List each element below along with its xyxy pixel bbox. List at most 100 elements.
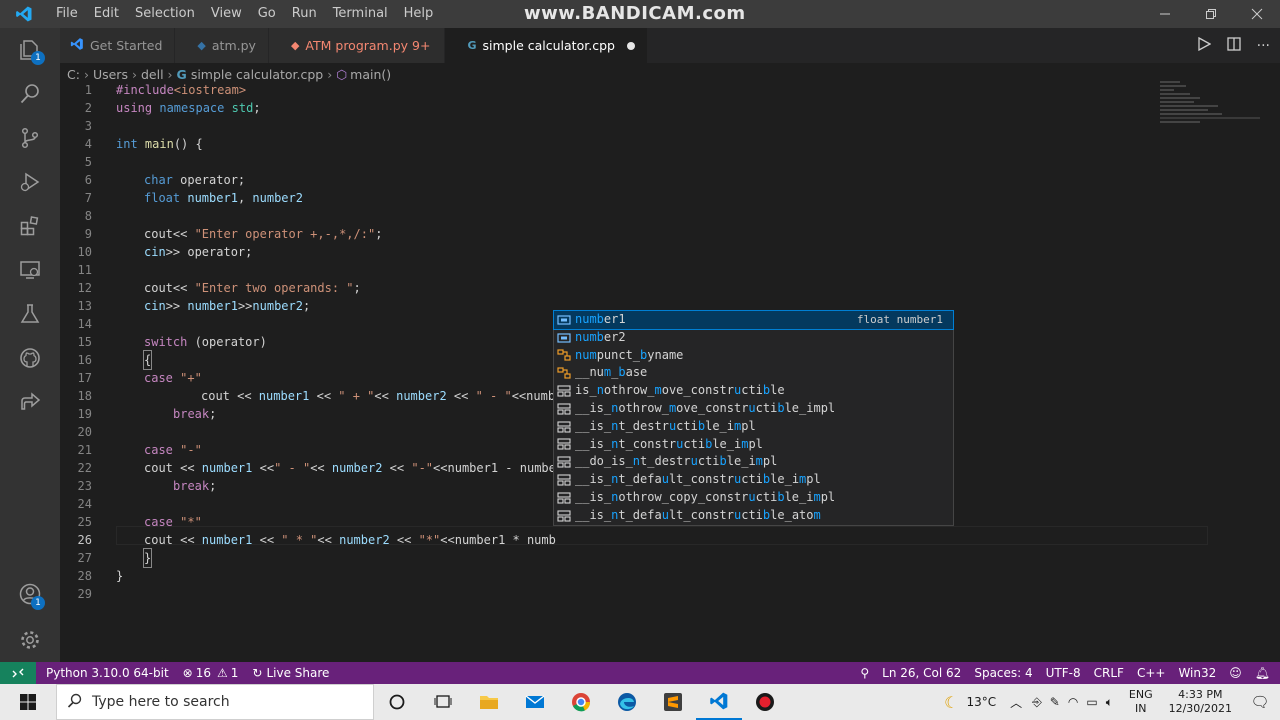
language-mode[interactable]: C++	[1137, 666, 1166, 680]
tab-label: ATM program.py	[305, 38, 409, 53]
suggestion-label: number2	[575, 329, 626, 344]
wifi-icon[interactable]: ◠	[1068, 695, 1078, 709]
menu-run[interactable]: Run	[284, 0, 325, 28]
cortana-icon[interactable]	[374, 684, 420, 720]
github-icon[interactable]	[0, 336, 60, 380]
suggestion-item[interactable]: __is_nt_constructible_impl	[554, 436, 953, 454]
unsaved-dot-icon[interactable]	[626, 41, 635, 50]
suggestion-item[interactable]: is_nothrow_move_constructible	[554, 382, 953, 400]
tab-label: Get Started	[90, 38, 163, 53]
suggestion-detail: float number1	[856, 313, 943, 326]
tab-simple-calculator-cpp[interactable]: G simple calculator.cpp	[445, 28, 648, 63]
code-line: 8	[84, 209, 92, 223]
breadcrumb-users[interactable]: Users	[93, 67, 128, 82]
file-explorer-icon[interactable]	[466, 684, 512, 720]
edge-icon[interactable]	[604, 684, 650, 720]
tab-get-started[interactable]: Get Started	[60, 28, 176, 63]
menu-file[interactable]: File	[48, 0, 86, 28]
problems-count: 9+	[412, 38, 431, 53]
code-line: 12 cout<< "Enter two operands: ";	[77, 281, 361, 295]
run-debug-icon[interactable]	[0, 160, 60, 204]
task-view-icon[interactable]	[420, 684, 466, 720]
notification-center-icon[interactable]: 🗨︎	[1240, 693, 1280, 711]
bandicam-icon[interactable]	[742, 684, 788, 720]
breadcrumb-dell[interactable]: dell	[141, 67, 164, 82]
close-button[interactable]	[1234, 0, 1280, 28]
mail-icon[interactable]	[512, 684, 558, 720]
feedback-icon[interactable]: ☺	[1229, 666, 1242, 680]
platform[interactable]: Win32	[1178, 666, 1216, 680]
meet-now-icon[interactable]: ⎆	[1032, 695, 1042, 710]
run-icon[interactable]	[1197, 36, 1211, 55]
menu-edit[interactable]: Edit	[86, 0, 127, 28]
source-control-icon[interactable]	[0, 116, 60, 160]
battery-icon[interactable]: ▭	[1086, 695, 1097, 709]
breadcrumb-drive[interactable]: C:	[67, 67, 80, 82]
python-interpreter[interactable]: Python 3.10.0 64-bit	[46, 666, 169, 680]
suggestion-item[interactable]: numpunct_byname	[554, 347, 953, 365]
search-icon[interactable]	[0, 72, 60, 116]
temperature[interactable]: 13°C	[967, 695, 997, 709]
indentation[interactable]: Spaces: 4	[974, 666, 1032, 680]
cursor-position[interactable]: Ln 26, Col 62	[882, 666, 961, 680]
breadcrumb-file[interactable]: simple calculator.cpp	[191, 67, 323, 82]
gear-icon[interactable]	[0, 618, 60, 662]
chrome-icon[interactable]	[558, 684, 604, 720]
suggestion-item[interactable]: number2	[554, 329, 953, 347]
more-actions-icon[interactable]: ···	[1257, 38, 1270, 54]
code-line: 6 char operator;	[84, 173, 246, 187]
suggestion-item[interactable]: __is_nt_destructible_impl	[554, 418, 953, 436]
code-line: 9 cout<< "Enter operator +,-,*,/:";	[84, 227, 383, 241]
problems-indicator[interactable]: ⊗ 16 ⚠ 1	[183, 666, 239, 680]
menu-view[interactable]: View	[203, 0, 250, 28]
breadcrumb-symbol[interactable]: main()	[350, 67, 391, 82]
suggestion-item[interactable]: __is_nt_default_constructible_impl	[554, 471, 953, 489]
explorer-icon[interactable]: 1	[0, 28, 60, 72]
chevron-up-icon[interactable]: ︿	[1010, 694, 1022, 711]
python-icon: ◆	[197, 39, 206, 52]
notifications-icon[interactable]: 🔔︎	[1255, 666, 1270, 680]
struct-icon	[557, 491, 571, 505]
sublime-text-icon[interactable]	[650, 684, 696, 720]
line-endings[interactable]: CRLF	[1094, 666, 1124, 680]
remote-explorer-icon[interactable]	[0, 248, 60, 292]
pen-icon[interactable]: ✎	[1050, 695, 1060, 709]
minimize-button[interactable]	[1142, 0, 1188, 28]
vscode-taskbar-icon[interactable]	[696, 684, 742, 720]
extensions-icon[interactable]	[0, 204, 60, 248]
windows-start-icon[interactable]	[0, 684, 56, 720]
menu-terminal[interactable]: Terminal	[325, 0, 396, 28]
code-line: 2 using namespace std;	[84, 101, 261, 115]
suggestion-label: numpunct_byname	[575, 347, 684, 362]
live-share-status[interactable]: ↻ Live Share	[252, 666, 329, 680]
clock[interactable]: 4:33 PM 12/30/2021	[1169, 688, 1232, 716]
suggestion-item[interactable]: __is_nothrow_move_constructible_impl	[554, 400, 953, 418]
tab-atm-py[interactable]: ◆ atm.py	[175, 28, 269, 63]
split-editor-icon[interactable]	[1226, 36, 1241, 55]
suggestion-label: __is_nt_default_constructible_impl	[575, 472, 821, 487]
menu-selection[interactable]: Selection	[127, 0, 203, 28]
input-language[interactable]: ENG IN	[1129, 688, 1153, 716]
accounts-icon[interactable]: 1	[0, 572, 60, 616]
search-placeholder: Type here to search	[92, 694, 230, 710]
remote-indicator-icon[interactable]	[0, 662, 36, 684]
suggestion-label: __is_nothrow_move_constructible_impl	[575, 400, 836, 415]
taskbar-search-input[interactable]: Type here to search	[56, 684, 374, 720]
minimap[interactable]	[1160, 81, 1265, 141]
menu-help[interactable]: Help	[396, 0, 442, 28]
live-share-icon[interactable]	[0, 380, 60, 424]
suggestion-item[interactable]: __num_base	[554, 364, 953, 382]
tab-atm-program-py[interactable]: ◆ ATM program.py 9+	[268, 28, 446, 63]
menu-go[interactable]: Go	[250, 0, 284, 28]
weather-moon-icon[interactable]: ☾	[944, 693, 958, 712]
code-line: 10 cin>> operator;	[77, 245, 253, 259]
suggestion-item[interactable]: __is_nt_default_constructible_atom	[554, 507, 953, 525]
suggestion-item[interactable]: number1 float number1	[553, 310, 954, 330]
suggestion-item[interactable]: __is_nothrow_copy_constructible_impl	[554, 489, 953, 507]
encoding[interactable]: UTF-8	[1046, 666, 1081, 680]
bell-slash-icon[interactable]: ⚲	[860, 666, 869, 680]
restore-button[interactable]	[1188, 0, 1234, 28]
testing-icon[interactable]	[0, 292, 60, 336]
suggestion-item[interactable]: __do_is_nt_destructible_impl	[554, 453, 953, 471]
volume-icon[interactable]: 🔈︎	[1106, 695, 1113, 710]
